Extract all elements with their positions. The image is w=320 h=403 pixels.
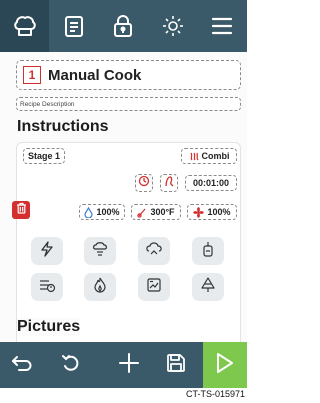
function-button-probe[interactable] [192, 237, 224, 265]
humidity-value: 100% [96, 207, 120, 217]
time-field[interactable]: 00:01:00 [185, 175, 237, 191]
recipe-number-badge: 1 [23, 66, 41, 84]
recipe-name-field[interactable]: 1 Manual Cook [16, 60, 241, 90]
lock-icon [112, 14, 134, 38]
pictures-title: Pictures [17, 318, 81, 336]
start-cook-button[interactable] [203, 342, 247, 388]
chef-hat-icon [12, 13, 38, 39]
undo-button[interactable] [54, 342, 88, 388]
clipboard-icon [63, 14, 85, 38]
fan-icon [193, 206, 205, 218]
trash-icon [16, 201, 27, 219]
cooking-function-icon [91, 241, 109, 262]
rethermalize-icon [145, 241, 163, 262]
timer-button[interactable] [135, 174, 153, 192]
add-button[interactable] [112, 342, 146, 388]
probe-toggle[interactable] [160, 174, 178, 192]
stage-selector[interactable]: Stage 1 [23, 148, 65, 164]
tab-recipes[interactable] [0, 0, 50, 52]
tab-notes[interactable] [49, 0, 98, 52]
recipe-editor: 1 Manual Cook Recipe Description Instruc… [0, 52, 247, 342]
temperature-field[interactable]: 300°F [131, 204, 181, 220]
instructions-title: Instructions [17, 118, 109, 135]
recipe-description-placeholder: Recipe Description [20, 100, 75, 108]
tab-brightness[interactable] [148, 0, 197, 52]
timer-icon [138, 174, 150, 192]
cook-mode-label: Combi [201, 151, 230, 161]
function-button-oven-chart[interactable] [138, 273, 170, 301]
undo-icon [61, 353, 81, 378]
lightning-icon [40, 240, 54, 262]
cook-time: 00:01:00 [192, 178, 230, 188]
oven-chart-icon [146, 277, 162, 298]
play-icon [215, 351, 235, 380]
add-icon [118, 352, 140, 379]
fan-speed-field[interactable]: 100% [187, 204, 237, 220]
steam-clean-icon [38, 277, 56, 298]
fan-speed-value: 100% [207, 207, 231, 217]
function-button-rethermalize[interactable] [138, 237, 170, 265]
probe-icon [202, 241, 214, 262]
stage-label: Stage 1 [27, 151, 60, 161]
combi-icon [189, 151, 199, 161]
tab-menu[interactable] [198, 0, 247, 52]
brightness-icon [161, 14, 185, 38]
top-nav-bar [0, 0, 247, 52]
cook-mode-selector[interactable]: Combi [181, 148, 237, 164]
function-button-steam-clean[interactable] [31, 273, 63, 301]
delete-stage-button[interactable] [12, 201, 30, 219]
screen-code: CT-TS-015971 [185, 389, 245, 399]
back-button[interactable] [6, 342, 38, 388]
function-button-tree[interactable] [192, 273, 224, 301]
temperature-value: 300°F [150, 207, 175, 217]
thermometer-icon [137, 207, 147, 218]
save-icon [166, 353, 186, 378]
stage-card: Stage 1 Combi 00:01:00 100% 300°F 100% [12, 142, 241, 342]
function-button-cooking[interactable] [84, 237, 116, 265]
tab-lock[interactable] [99, 0, 148, 52]
menu-icon [210, 15, 234, 37]
function-button-lightning[interactable] [31, 237, 63, 265]
recipe-description-field[interactable]: Recipe Description [16, 97, 241, 111]
recipe-name: Manual Cook [48, 66, 142, 84]
tree-icon [200, 276, 216, 298]
humidity-field[interactable]: 100% [79, 204, 125, 220]
flame-icon [93, 277, 107, 298]
save-button[interactable] [160, 342, 192, 388]
back-icon [11, 354, 33, 377]
function-button-flame[interactable] [84, 273, 116, 301]
humidity-icon [84, 206, 94, 218]
probe-needle-icon [163, 174, 175, 192]
